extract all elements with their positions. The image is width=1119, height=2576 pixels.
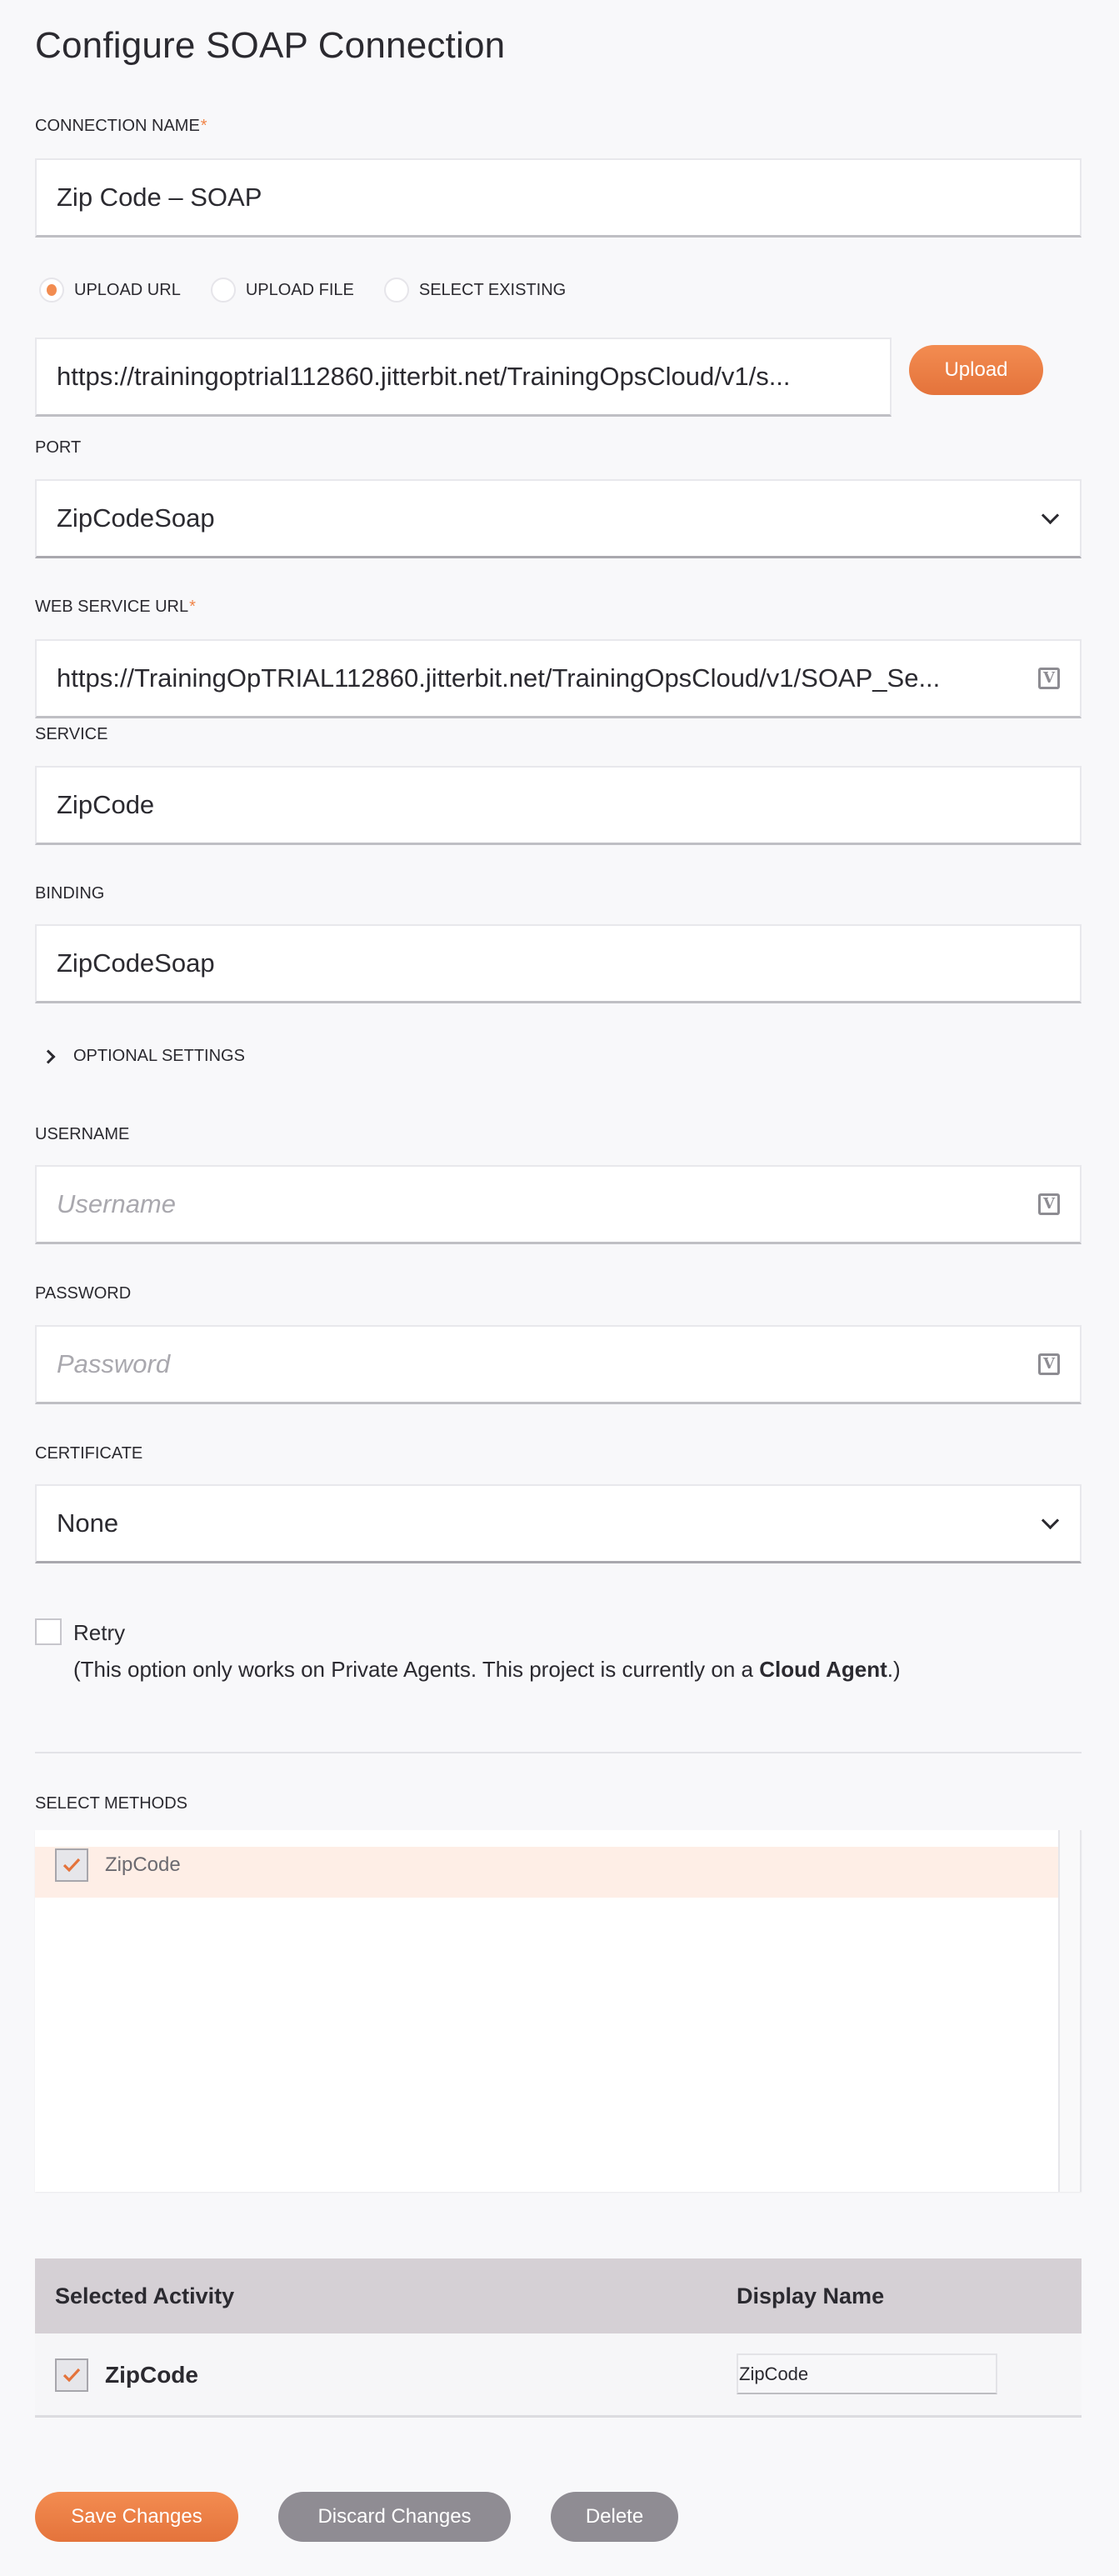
port-select[interactable]: ZipCodeSoap: [35, 479, 1082, 558]
activity-checkbox[interactable]: [55, 2358, 88, 2392]
service-value: ZipCode: [57, 790, 155, 819]
binding-label: BINDING: [35, 884, 105, 903]
username-label: USERNAME: [35, 1125, 130, 1143]
activity-name: ZipCode: [105, 2362, 198, 2388]
retry-checkbox[interactable]: [35, 1618, 62, 1645]
retry-note-suffix: .): [887, 1657, 901, 1682]
column-header-selected-activity: Selected Activity: [55, 2283, 235, 2308]
certificate-label: CERTIFICATE: [35, 1444, 143, 1463]
service-input[interactable]: ZipCode: [35, 766, 1082, 845]
checkmark-icon: [62, 2368, 81, 2383]
radio-label-select-existing: SELECT EXISTING: [418, 280, 567, 299]
username-placeholder: Username: [57, 1189, 176, 1218]
wsdl-source-radio-group: UPLOAD URL UPLOAD FILE SELECT EXISTING: [39, 278, 596, 303]
chevron-right-icon: [41, 1049, 56, 1063]
table-row: ZipCode: [35, 2333, 1082, 2418]
port-label: PORT: [35, 438, 82, 457]
service-label: SERVICE: [35, 725, 108, 743]
radio-dot: [47, 284, 57, 296]
methods-list-scrollbar[interactable]: [1058, 1830, 1082, 2192]
methods-list: ZipCode: [35, 1830, 1082, 2192]
port-value: ZipCodeSoap: [57, 503, 215, 533]
delete-button[interactable]: Delete: [551, 2492, 678, 2542]
method-checkbox[interactable]: [55, 1848, 88, 1882]
retry-label: Retry: [73, 1620, 126, 1645]
radio-button[interactable]: [383, 278, 409, 303]
checkmark-icon: [62, 1858, 81, 1873]
upload-url-value: https://trainingoptrial112860.jitterbit.…: [57, 362, 791, 391]
variable-icon[interactable]: V: [1038, 1353, 1060, 1375]
web-service-url-value: https://TrainingOpTRIAL112860.jitterbit.…: [57, 663, 941, 693]
radio-select-existing[interactable]: SELECT EXISTING: [383, 278, 567, 303]
retry-note-agent: Cloud Agent: [759, 1657, 887, 1682]
web-service-url-label: WEB SERVICE URL*: [35, 598, 196, 617]
column-header-display-name: Display Name: [737, 2283, 885, 2308]
username-input[interactable]: Username V: [35, 1165, 1082, 1244]
methods-list-content: ZipCode: [35, 1830, 1058, 2192]
save-changes-button[interactable]: Save Changes: [35, 2492, 238, 2542]
password-placeholder: Password: [57, 1349, 171, 1378]
certificate-value: None: [57, 1508, 119, 1538]
optional-settings-toggle[interactable]: OPTIONAL SETTINGS: [41, 1047, 245, 1066]
variable-icon[interactable]: V: [1038, 1193, 1060, 1215]
web-service-url-input[interactable]: https://TrainingOpTRIAL112860.jitterbit.…: [35, 639, 1082, 718]
radio-upload-file[interactable]: UPLOAD FILE: [210, 278, 354, 303]
connection-name-label: CONNECTION NAME*: [35, 117, 207, 136]
binding-value: ZipCodeSoap: [57, 948, 215, 978]
radio-button[interactable]: [210, 278, 236, 303]
certificate-select[interactable]: None: [35, 1484, 1082, 1563]
discard-changes-button[interactable]: Discard Changes: [278, 2492, 511, 2542]
connection-name-input[interactable]: Zip Code – SOAP: [35, 158, 1082, 238]
password-label: PASSWORD: [35, 1284, 132, 1303]
connection-name-label-text: CONNECTION NAME: [35, 117, 200, 135]
section-divider: [35, 1752, 1082, 1753]
table-header: Selected Activity Display Name: [35, 2258, 1082, 2333]
radio-button-selected[interactable]: [39, 278, 64, 303]
required-marker: *: [189, 598, 196, 616]
retry-note-prefix: (This option only works on Private Agent…: [73, 1657, 760, 1682]
method-label: ZipCode: [105, 1853, 181, 1876]
upload-url-input[interactable]: https://trainingoptrial112860.jitterbit.…: [35, 338, 892, 417]
display-name-input[interactable]: [737, 2353, 997, 2394]
radio-upload-url[interactable]: UPLOAD URL: [39, 278, 181, 303]
binding-input[interactable]: ZipCodeSoap: [35, 924, 1082, 1003]
connection-name-value: Zip Code – SOAP: [57, 183, 262, 212]
page-title: Configure SOAP Connection: [35, 25, 506, 66]
chevron-down-icon: [1041, 506, 1060, 524]
select-methods-label: SELECT METHODS: [35, 1794, 187, 1813]
optional-settings-label: OPTIONAL SETTINGS: [73, 1047, 245, 1065]
radio-label-upload-file: UPLOAD FILE: [245, 280, 354, 299]
retry-note: (This option only works on Private Agent…: [73, 1657, 901, 1683]
required-marker: *: [200, 117, 207, 135]
web-service-url-label-text: WEB SERVICE URL: [35, 598, 189, 616]
upload-button[interactable]: Upload: [909, 345, 1043, 395]
method-item[interactable]: ZipCode: [35, 1847, 1058, 1898]
password-input[interactable]: Password V: [35, 1325, 1082, 1404]
variable-icon[interactable]: V: [1038, 668, 1060, 689]
selected-activities-table: Selected Activity Display Name ZipCode: [35, 2258, 1082, 2418]
chevron-down-icon: [1041, 1511, 1060, 1529]
radio-label-upload-url: UPLOAD URL: [74, 280, 181, 299]
